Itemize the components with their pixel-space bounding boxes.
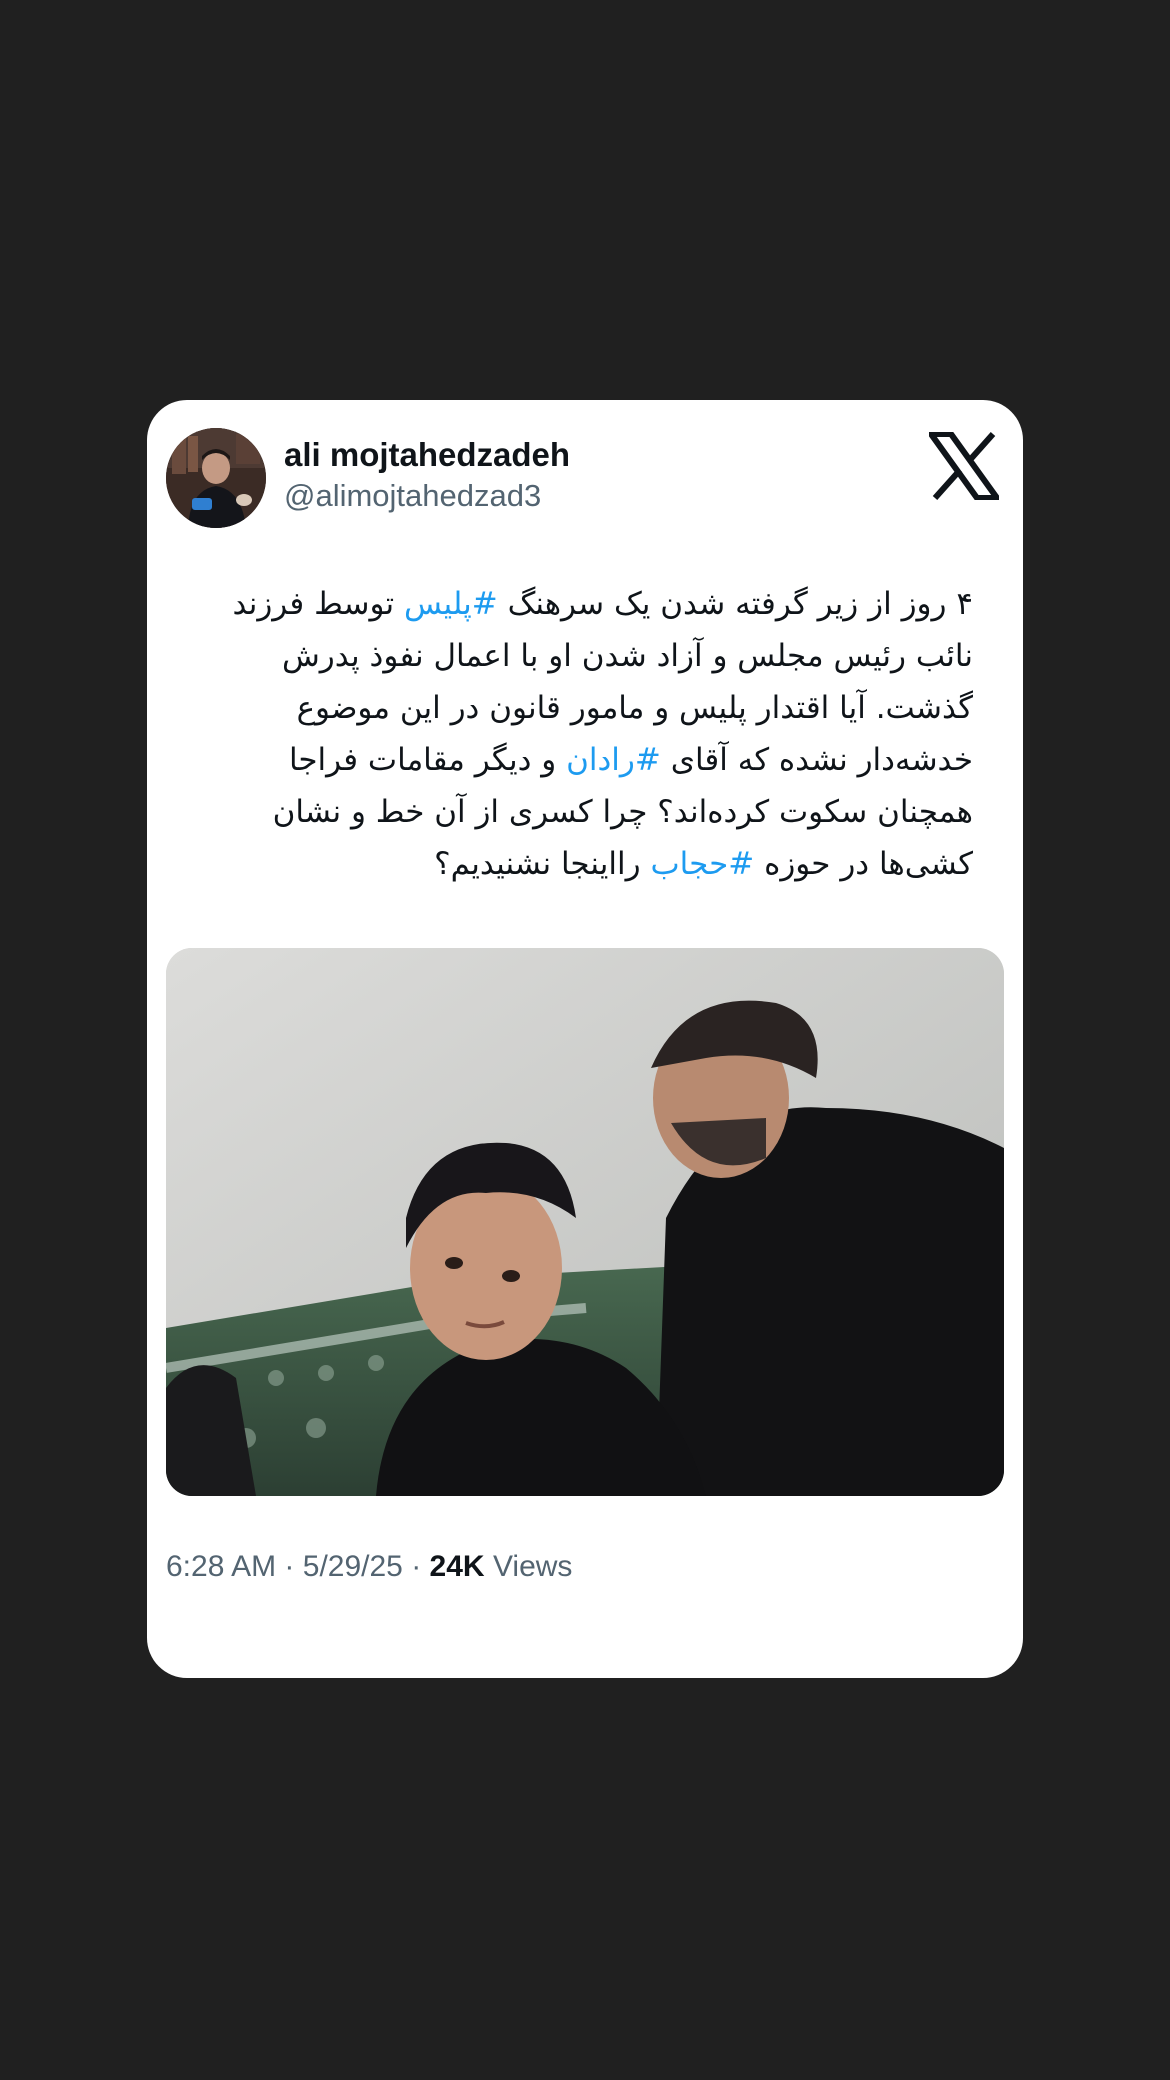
- author-handle[interactable]: @alimojtahedzad3: [284, 478, 541, 514]
- hashtag-link[interactable]: #حجاب: [650, 846, 754, 882]
- meta-separator: ·: [411, 1550, 422, 1583]
- tweet-text-segment: رااینجا نشنیدیم؟: [434, 846, 651, 882]
- tweet-meta: 6:28 AM · 5/29/25 · 24K Views: [166, 1550, 572, 1584]
- x-logo-icon[interactable]: [925, 431, 1003, 501]
- hashtag-link[interactable]: #پلیس: [404, 586, 498, 622]
- tweet-date[interactable]: 5/29/25: [303, 1550, 403, 1583]
- tweet-time[interactable]: 6:28 AM: [166, 1550, 276, 1583]
- tweet-photo[interactable]: [166, 948, 1004, 1496]
- meta-separator: ·: [284, 1550, 295, 1583]
- author-name[interactable]: ali mojtahedzadeh: [284, 436, 570, 474]
- tweet-card: ali mojtahedzadeh @alimojtahedzad3 ۴ روز…: [147, 400, 1023, 1678]
- hashtag-link[interactable]: #رادان: [566, 742, 661, 778]
- tweet-text-segment: ۴ روز از زیر گرفته شدن یک سرهنگ: [497, 586, 973, 622]
- tweet-text: ۴ روز از زیر گرفته شدن یک سرهنگ #پلیس تو…: [187, 578, 973, 890]
- views-count: 24K: [429, 1550, 485, 1583]
- views-label: Views: [492, 1550, 573, 1583]
- avatar[interactable]: [166, 428, 266, 528]
